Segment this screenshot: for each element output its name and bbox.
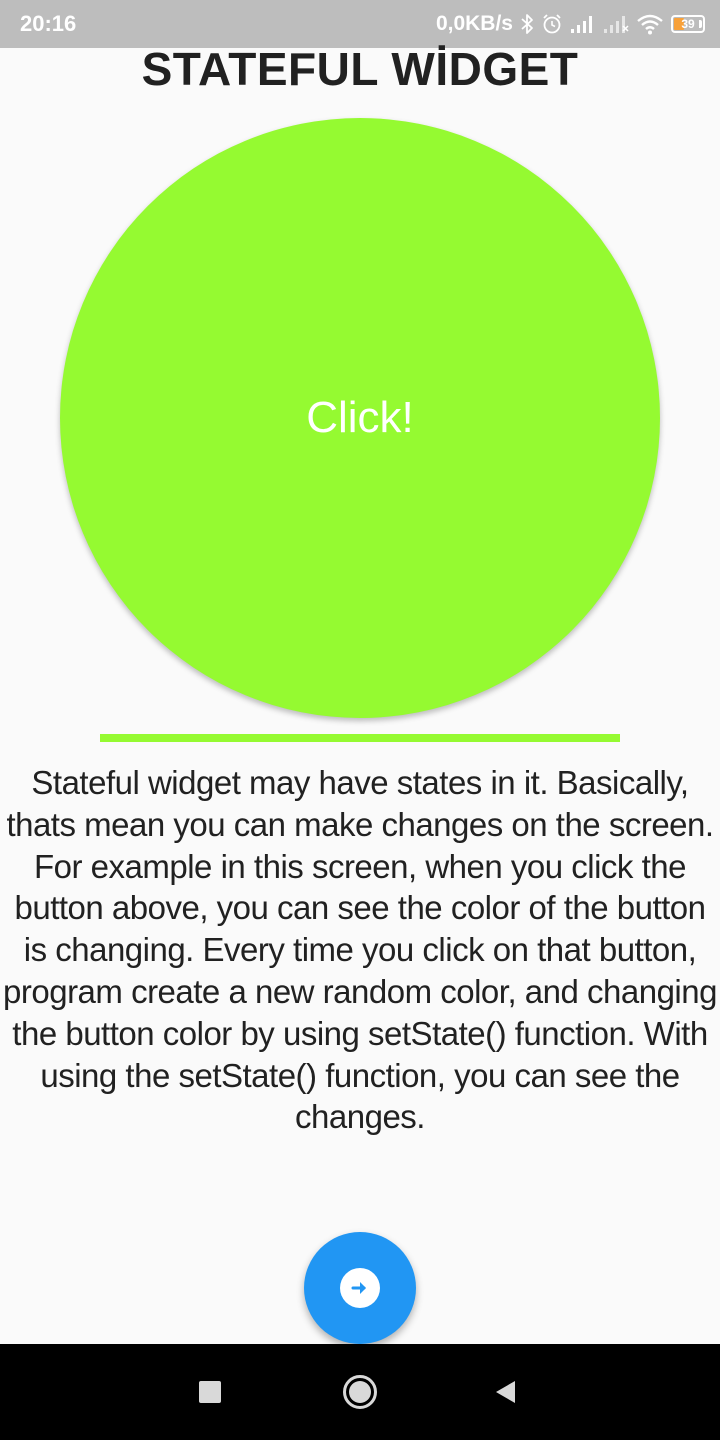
next-page-fab[interactable] (304, 1232, 416, 1344)
color-divider (100, 734, 620, 742)
back-icon[interactable] (482, 1368, 530, 1416)
recents-icon[interactable] (186, 1368, 234, 1416)
network-speed: 0,0KB/s (435, 12, 513, 35)
signal-off-icon (603, 14, 629, 34)
signal-icon (570, 14, 596, 34)
color-change-button[interactable]: Click! (60, 118, 660, 718)
battery-icon: 39 (671, 15, 705, 33)
status-bar: 20:16 0,0KB/s 39 (0, 0, 720, 48)
page-title: STATEFUL WİDGET (141, 43, 579, 95)
home-icon[interactable] (336, 1368, 384, 1416)
arrow-right-icon (340, 1268, 380, 1308)
bluetooth-icon (520, 13, 534, 35)
alarm-icon (541, 13, 563, 35)
status-time: 20:16 (20, 11, 77, 36)
navigation-bar (0, 1344, 720, 1440)
wifi-icon (636, 13, 664, 35)
color-change-button-label: Click! (306, 393, 414, 442)
battery-level: 39 (681, 17, 695, 31)
status-icons: 0,0KB/s 39 (435, 12, 705, 36)
description-text: Stateful widget may have states in it. B… (3, 764, 717, 1136)
